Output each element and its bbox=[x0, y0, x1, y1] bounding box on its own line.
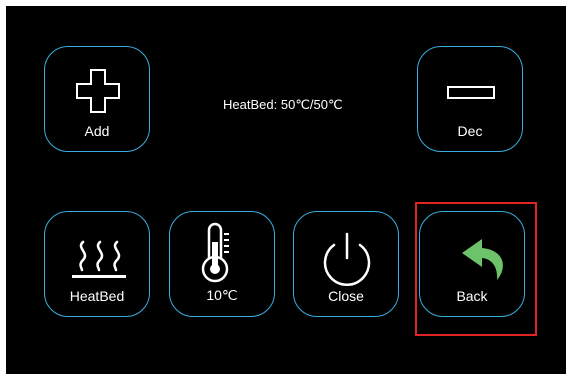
status-unit: ℃ bbox=[328, 97, 343, 112]
status-current-temp: 50 bbox=[280, 97, 296, 112]
heatbed-status: HeatBed: 50℃/50℃ bbox=[223, 97, 343, 112]
close-button-label: Close bbox=[328, 288, 364, 304]
status-separator: : bbox=[273, 97, 278, 112]
status-target-temp: 50 bbox=[313, 97, 329, 112]
temp-step-button[interactable]: 10℃ bbox=[169, 211, 275, 317]
dec-button-label: Dec bbox=[457, 123, 483, 139]
heatbed-button[interactable]: HeatBed bbox=[44, 211, 150, 317]
temp-step-label: 10℃ bbox=[206, 287, 238, 303]
status-unit: ℃ bbox=[295, 97, 310, 112]
printer-screen: Add HeatBed: 50℃/50℃ Dec HeatBed 10℃ Clo… bbox=[6, 6, 566, 374]
add-button-label: Add bbox=[84, 123, 110, 139]
heatbed-button-label: HeatBed bbox=[69, 288, 125, 304]
back-button-label: Back bbox=[456, 288, 488, 304]
add-button[interactable]: Add bbox=[44, 46, 150, 152]
status-label: HeatBed bbox=[223, 97, 274, 112]
close-button[interactable]: Close bbox=[293, 211, 399, 317]
dec-button[interactable]: Dec bbox=[417, 46, 523, 152]
back-button[interactable]: Back bbox=[419, 211, 525, 317]
